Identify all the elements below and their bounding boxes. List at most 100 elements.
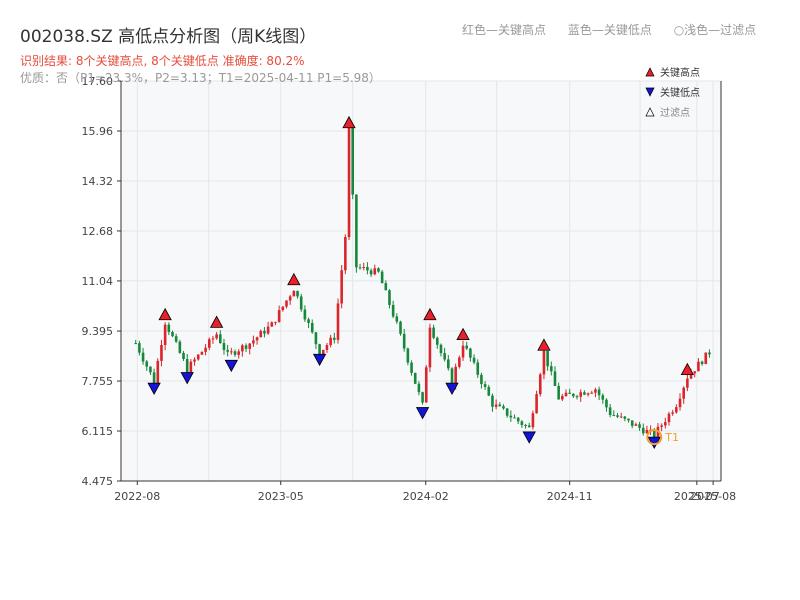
candle-body — [638, 424, 641, 428]
candle-body — [399, 321, 402, 334]
candle-body — [218, 334, 222, 344]
candle-body — [579, 392, 583, 397]
candle-body — [634, 424, 638, 426]
candle-body — [307, 319, 310, 323]
candle-body — [623, 416, 627, 419]
candle-body — [160, 344, 163, 361]
candle-body — [351, 127, 354, 195]
candle-body — [476, 362, 480, 375]
candle-body — [325, 345, 329, 350]
candle-body — [200, 351, 204, 355]
candle-body — [682, 387, 685, 399]
candle-body — [469, 348, 472, 358]
y-tick-label: 7.755 — [82, 375, 114, 388]
x-tick-label: 2022-08 — [114, 490, 160, 503]
candle-body — [255, 337, 259, 341]
candle-body — [483, 384, 487, 387]
candle-body — [704, 352, 708, 365]
candle-body — [594, 389, 597, 393]
candle-body — [667, 413, 671, 423]
candle-body — [465, 345, 469, 349]
candle-body — [546, 350, 549, 367]
candle-body — [138, 343, 141, 353]
candle-body — [616, 415, 619, 417]
legend-label: 过滤点 — [660, 106, 690, 119]
y-tick-label: 15.96 — [82, 125, 114, 138]
candle-body — [461, 345, 465, 358]
candle-body — [292, 291, 296, 297]
candle-body — [586, 393, 590, 395]
candle-body — [538, 374, 542, 395]
candle-body — [605, 399, 608, 408]
candle-body — [134, 343, 138, 345]
candle-body — [516, 417, 520, 422]
candle-body — [480, 374, 483, 385]
candle-body — [204, 347, 207, 352]
candle-body — [531, 413, 535, 428]
candle-body — [583, 392, 586, 395]
candle-body — [270, 322, 274, 327]
candle-body — [454, 366, 457, 385]
candle-body — [443, 353, 446, 360]
candle-body — [340, 270, 343, 304]
candle-body — [369, 270, 373, 275]
candle-body — [406, 348, 410, 363]
t1-annotation: T1 — [664, 431, 679, 444]
candle-body — [391, 304, 395, 317]
candle-body — [336, 303, 340, 340]
candle-body — [572, 393, 575, 397]
candle-body — [395, 316, 399, 322]
candle-body — [358, 267, 362, 269]
candle-body — [163, 324, 167, 345]
candle-body — [447, 359, 450, 369]
candle-body — [502, 406, 505, 409]
candle-body — [296, 291, 299, 297]
candle-body — [185, 359, 189, 373]
candle-body — [310, 322, 314, 333]
x-tick-label: 2024-02 — [403, 490, 449, 503]
candle-body — [314, 332, 318, 345]
y-tick-label: 14.32 — [82, 175, 114, 188]
candle-body — [693, 371, 697, 374]
candle-body — [237, 351, 240, 355]
candle-body — [421, 392, 424, 403]
candle-body — [520, 421, 524, 426]
candle-body — [678, 398, 682, 408]
candle-body — [318, 344, 321, 356]
candle-body — [675, 407, 678, 413]
candle-body — [561, 396, 564, 400]
candle-body — [612, 415, 616, 417]
candle-body — [527, 425, 531, 428]
legend-marker — [645, 67, 655, 77]
candle-body — [303, 309, 307, 320]
candle-body — [697, 361, 700, 372]
candle-body — [362, 267, 366, 269]
candle-body — [450, 368, 454, 385]
candle-body — [226, 349, 229, 352]
candle-body — [288, 296, 292, 301]
y-tick-label: 6.115 — [82, 425, 114, 438]
candle-body — [410, 362, 413, 373]
candle-body — [597, 389, 601, 396]
candle-body — [524, 425, 527, 427]
candle-body — [167, 324, 171, 333]
candle-body — [435, 337, 439, 345]
candle-body — [329, 337, 332, 346]
candle-body — [686, 378, 689, 388]
candle-body — [619, 416, 623, 418]
candle-body — [241, 345, 244, 352]
candle-body — [509, 415, 513, 418]
candle-body — [182, 352, 185, 360]
candle-body — [145, 361, 149, 367]
candle-body — [601, 395, 605, 400]
candle-body — [660, 425, 663, 427]
candle-body — [575, 396, 579, 398]
candle-body — [491, 395, 494, 407]
candle-body — [344, 237, 347, 271]
candle-body — [384, 283, 388, 291]
y-tick-label: 11.04 — [82, 275, 114, 288]
y-tick-label: 12.68 — [82, 225, 114, 238]
candle-body — [424, 367, 428, 403]
candle-body — [366, 267, 369, 271]
candle-body — [233, 351, 237, 355]
